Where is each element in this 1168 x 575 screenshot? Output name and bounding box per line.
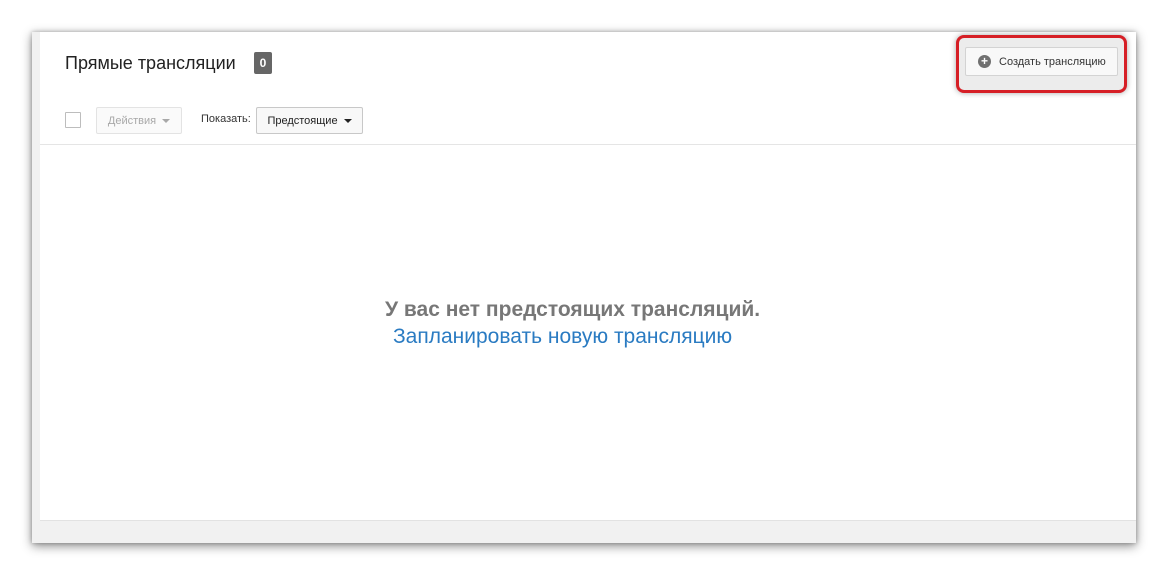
show-filter-value: Предстоящие <box>267 114 338 127</box>
stream-count-badge: 0 <box>254 52 272 74</box>
schedule-stream-link[interactable]: Запланировать новую трансляцию <box>393 325 732 349</box>
page-title: Прямые трансляции <box>65 53 236 73</box>
show-filter-dropdown[interactable]: Предстоящие <box>256 107 363 134</box>
empty-state-message: У вас нет предстоящих трансляций. <box>385 298 761 321</box>
caret-down-icon <box>343 118 352 123</box>
actions-dropdown[interactable]: Действия <box>96 107 182 134</box>
live-streams-panel: Прямые трансляции 0 + Создать трансляцию… <box>40 32 1136 521</box>
create-stream-button[interactable]: + Создать трансляцию <box>965 47 1118 76</box>
show-filter-label: Показать: <box>201 113 251 125</box>
main-window: Прямые трансляции 0 + Создать трансляцию… <box>32 32 1136 543</box>
create-stream-button-label: Создать трансляцию <box>999 55 1106 68</box>
caret-down-icon <box>162 118 171 123</box>
plus-circle-icon: + <box>978 55 991 68</box>
toolbar-divider <box>40 144 1136 145</box>
select-all-checkbox[interactable] <box>65 112 81 128</box>
actions-dropdown-label: Действия <box>107 114 157 127</box>
